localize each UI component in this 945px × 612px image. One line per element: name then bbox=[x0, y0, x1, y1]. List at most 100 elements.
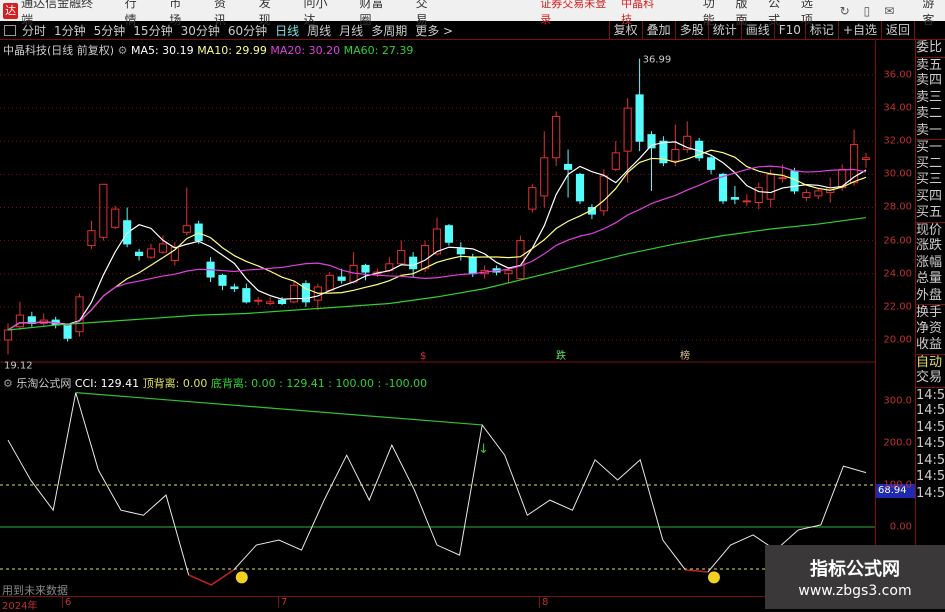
back-button[interactable]: 返回 bbox=[880, 21, 915, 40]
candle-down bbox=[194, 223, 203, 242]
candle-up bbox=[766, 173, 775, 200]
price-tick: 36.00 bbox=[883, 69, 912, 81]
date-month-7: 7 bbox=[278, 597, 287, 608]
candle-up bbox=[599, 175, 608, 212]
candle-up bbox=[552, 115, 561, 159]
panel-toggle-icon[interactable] bbox=[4, 24, 16, 36]
candle-up bbox=[182, 225, 191, 233]
candle-up bbox=[421, 245, 430, 270]
candle-up bbox=[146, 248, 156, 258]
candle-up bbox=[266, 301, 275, 305]
period-30min[interactable]: 30分钟 bbox=[181, 22, 220, 39]
candle-down bbox=[635, 94, 644, 142]
oversold-segment bbox=[210, 569, 235, 586]
candle-down bbox=[337, 276, 346, 281]
quote-panel-item: 卖五 bbox=[916, 56, 945, 74]
quote-panel-item: 买五 bbox=[916, 205, 943, 220]
phone-icon[interactable]: ▯ bbox=[864, 4, 871, 18]
multi-stock-button[interactable]: 多股 bbox=[674, 21, 708, 40]
candle-down bbox=[718, 173, 728, 202]
period-5min[interactable]: 5分钟 bbox=[94, 22, 126, 39]
quote-panel-item: 14:56 bbox=[916, 386, 945, 403]
f10-button[interactable]: F10 bbox=[773, 21, 805, 40]
candle-up bbox=[778, 177, 787, 180]
price-tick: 24.00 bbox=[883, 268, 912, 280]
candle-down bbox=[456, 248, 465, 255]
signal-marker: 榜 bbox=[680, 349, 690, 362]
high-price-label: 36.99 bbox=[643, 55, 672, 66]
quote-panel-item: 卖一 bbox=[916, 122, 943, 138]
adjust-button[interactable]: 复权 bbox=[608, 21, 642, 40]
candle-up bbox=[814, 190, 823, 197]
quote-panel-item: 涨跌 bbox=[916, 238, 943, 253]
candle-up bbox=[289, 284, 299, 303]
candle-up bbox=[99, 183, 108, 238]
add-watchlist-button[interactable]: +自选 bbox=[837, 21, 881, 40]
indicator-name: 乐淘公式网 bbox=[16, 377, 72, 390]
oversold-segment bbox=[685, 569, 709, 573]
quote-panel-item: 14:56 bbox=[916, 419, 945, 435]
watermark-url: www.zbgs3.com bbox=[798, 583, 912, 599]
candle-down bbox=[242, 288, 251, 303]
candle-up bbox=[516, 240, 525, 280]
quote-panel-item: 总量 bbox=[916, 271, 943, 286]
period-intraday[interactable]: 分时 bbox=[22, 22, 46, 39]
low-price-label: 19.12 bbox=[4, 361, 33, 372]
candle-up bbox=[15, 314, 24, 328]
ma20-line bbox=[7, 165, 867, 331]
quote-panel-item: 14:56 bbox=[916, 403, 945, 418]
app-logo: 达 bbox=[3, 2, 19, 19]
smiley-icon bbox=[707, 571, 720, 584]
settings-icon[interactable]: ⚙ bbox=[3, 377, 13, 390]
top-divergence-line bbox=[75, 392, 483, 426]
candle-up bbox=[325, 274, 334, 291]
quote-panel-item: 14:56 bbox=[916, 436, 945, 451]
quote-panel-item: 涨幅 bbox=[916, 254, 943, 270]
price-tick: 22.00 bbox=[883, 301, 912, 313]
candle-down bbox=[218, 274, 227, 286]
period-1min[interactable]: 1分钟 bbox=[54, 22, 86, 39]
period-60min[interactable]: 60分钟 bbox=[228, 22, 267, 39]
chart-toolbar: 复权 叠加 多股 统计 画线 F10 标记 +自选 返回 bbox=[608, 21, 915, 40]
top-divergence-value: 0.00 bbox=[182, 377, 208, 390]
period-weekly[interactable]: 周线 bbox=[307, 22, 331, 39]
refresh-icon[interactable]: ↻ bbox=[840, 4, 850, 18]
candle-down bbox=[230, 286, 239, 290]
candle-down bbox=[730, 197, 739, 200]
period-monthly[interactable]: 月线 bbox=[339, 22, 363, 39]
candle-up bbox=[671, 149, 680, 162]
cci-tick: 300.0 bbox=[883, 395, 912, 407]
candle-down bbox=[444, 225, 453, 243]
cci-info: ⚙ 乐淘公式网 CCI: 129.41 顶背离: 0.00 底背离: 0.00 … bbox=[3, 375, 427, 391]
period-15min[interactable]: 15分钟 bbox=[133, 22, 172, 39]
quote-panel-item: 买二 bbox=[916, 155, 943, 171]
candle-up bbox=[3, 329, 13, 341]
candle-up bbox=[254, 299, 263, 302]
candle-up bbox=[528, 187, 537, 210]
mail-icon[interactable]: ✉ bbox=[884, 4, 894, 18]
price-tick: 34.00 bbox=[883, 102, 912, 114]
watermark: 指标公式网 www.zbgs3.com bbox=[765, 545, 945, 609]
quote-panel-item: 买四 bbox=[916, 188, 943, 204]
down-arrow-icon: ↓ bbox=[478, 442, 489, 457]
quote-panel-item: 外盘 bbox=[916, 287, 943, 303]
mark-button[interactable]: 标记 bbox=[804, 21, 838, 40]
quote-panel-item: 自动 bbox=[916, 353, 945, 371]
chart-area[interactable]: 36.99 19.12 $ 跌 榜 ↓ bbox=[0, 40, 875, 609]
candle-up bbox=[158, 243, 167, 253]
candle-up bbox=[802, 192, 811, 199]
cci-tick: 0.00 bbox=[889, 521, 912, 533]
overlay-button[interactable]: 叠加 bbox=[641, 21, 675, 40]
period-daily[interactable]: 日线 bbox=[275, 22, 299, 39]
candle-up bbox=[75, 296, 84, 333]
top-divergence-label: 顶背离: bbox=[142, 377, 180, 390]
draw-button[interactable]: 画线 bbox=[740, 21, 774, 40]
quote-panel-item: 收益 bbox=[916, 337, 943, 352]
quote-panel-item: 委比 bbox=[916, 40, 943, 55]
period-more[interactable]: 更多 > bbox=[415, 22, 453, 39]
period-multi[interactable]: 多周期 bbox=[371, 22, 407, 39]
candle-down bbox=[135, 251, 144, 257]
date-month-8: 8 bbox=[539, 597, 548, 608]
date-month-6: 6 bbox=[62, 597, 71, 608]
stats-button[interactable]: 统计 bbox=[707, 21, 741, 40]
